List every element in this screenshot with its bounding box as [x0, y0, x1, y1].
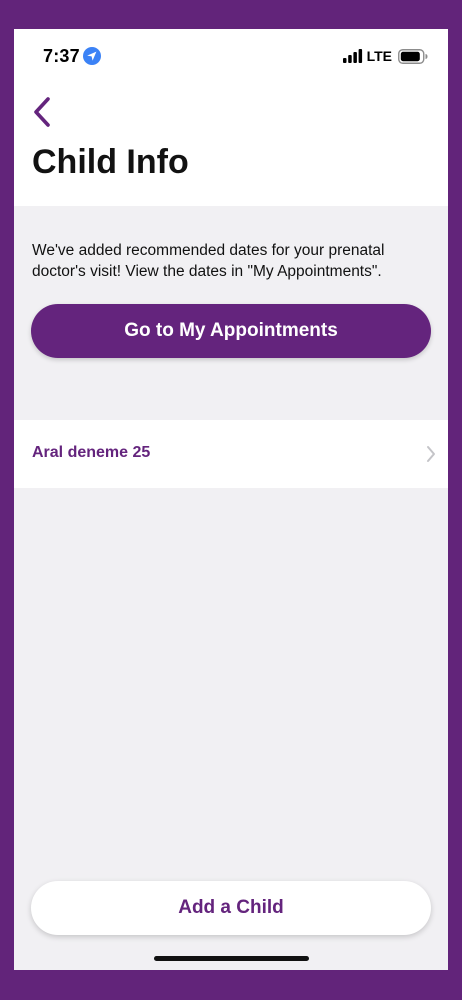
home-indicator [154, 956, 309, 961]
status-bar: 7:37 LTE [14, 29, 448, 85]
signal-bars-icon [342, 49, 362, 63]
appointments-notice: We've added recommended dates for your p… [32, 242, 385, 280]
battery-icon [398, 48, 428, 64]
go-to-appointments-button[interactable]: Go to My Appointments [31, 304, 431, 358]
status-time-group: 7:37 [43, 45, 101, 67]
header: 7:37 LTE Child Info [14, 29, 448, 206]
chevron-right-icon [427, 446, 435, 462]
status-right-group: LTE [342, 47, 428, 65]
child-name: Aral deneme 25 [32, 444, 151, 461]
status-time: 7:37 [43, 45, 80, 66]
network-type: LTE [366, 48, 392, 64]
back-button[interactable] [28, 95, 56, 129]
child-list-item[interactable]: Aral deneme 25 [14, 420, 448, 488]
location-arrow-icon [82, 47, 101, 65]
phone-screen: 7:37 LTE Child Info We've added recommen… [14, 29, 448, 970]
page-title: Child Info [32, 143, 189, 181]
add-child-button[interactable]: Add a Child [31, 881, 431, 935]
